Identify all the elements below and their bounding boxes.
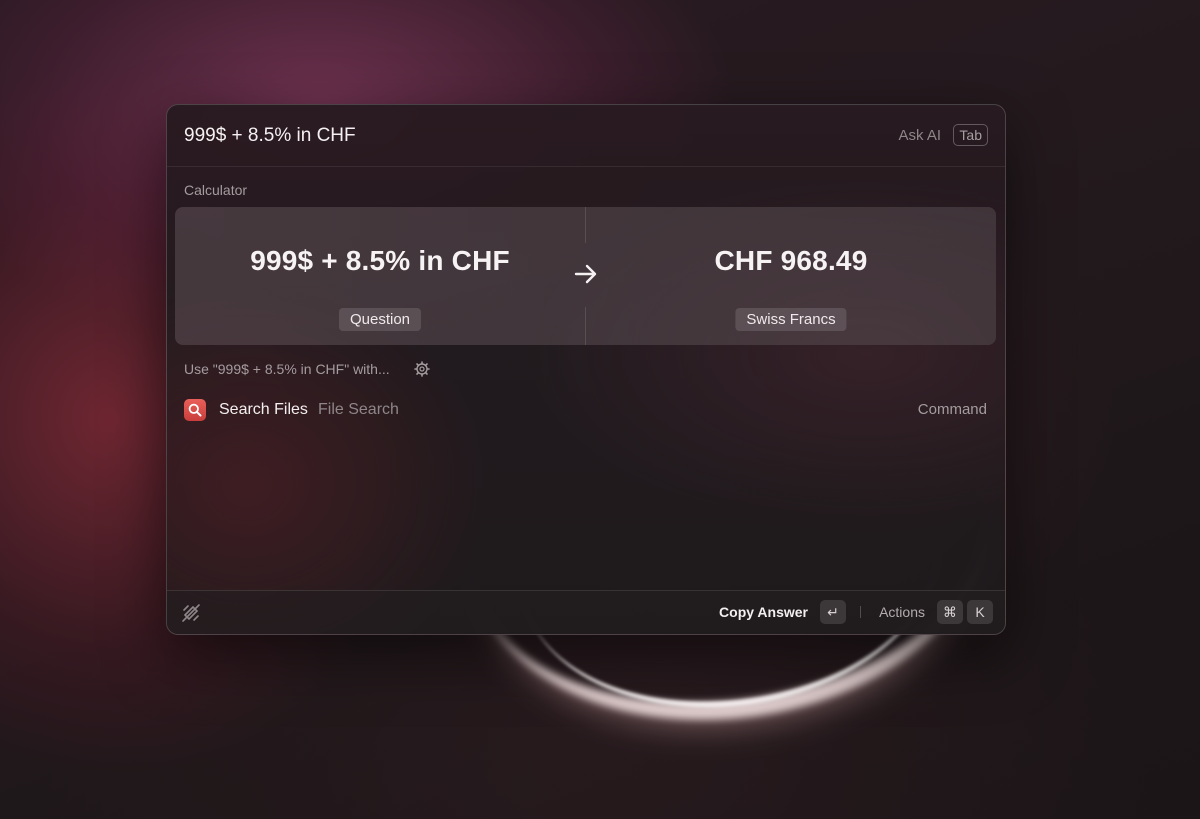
magnifier-icon xyxy=(184,399,206,421)
calculator-answer: CHF 968.49 xyxy=(714,245,868,276)
enter-key-hint: ↵ xyxy=(820,600,846,624)
result-subtitle: File Search xyxy=(318,401,399,418)
result-type: Command xyxy=(917,401,987,418)
raycast-logo-icon[interactable] xyxy=(181,603,201,623)
k-key-hint: K xyxy=(967,600,993,624)
result-title: Search Files xyxy=(219,401,308,418)
tab-key-hint: Tab xyxy=(953,124,988,146)
ask-ai-label[interactable]: Ask AI xyxy=(898,127,941,144)
answer-unit-tag: Swiss Francs xyxy=(735,308,847,331)
question-tag: Question xyxy=(338,308,422,331)
use-with-label: Use "999$ + 8.5% in CHF" with... xyxy=(184,361,390,377)
calculator-question: 999$ + 8.5% in CHF xyxy=(250,245,510,276)
search-bar: Ask AI Tab xyxy=(167,105,1005,167)
list-item-search-files[interactable]: Search Files File Search Command xyxy=(175,393,996,427)
launcher-window: Ask AI Tab Calculator 999$ + 8.5% in CHF… xyxy=(166,104,1006,635)
calculator-answer-pane: CHF 968.49 Swiss Francs xyxy=(586,207,996,345)
command-key-hint: ⌘ xyxy=(937,600,963,624)
actions-button[interactable]: Actions xyxy=(879,604,925,620)
action-bar: Copy Answer ↵ Actions ⌘ K xyxy=(167,590,1005,634)
calculator-section-label: Calculator xyxy=(184,182,248,198)
calculator-question-pane: 999$ + 8.5% in CHF Question xyxy=(175,207,585,345)
calculator-result-card[interactable]: 999$ + 8.5% in CHF Question CHF 968.49 S… xyxy=(175,207,996,345)
gear-icon[interactable] xyxy=(414,361,430,377)
footer-divider xyxy=(860,606,861,618)
search-input[interactable] xyxy=(184,123,784,149)
copy-answer-button[interactable]: Copy Answer xyxy=(719,604,808,620)
